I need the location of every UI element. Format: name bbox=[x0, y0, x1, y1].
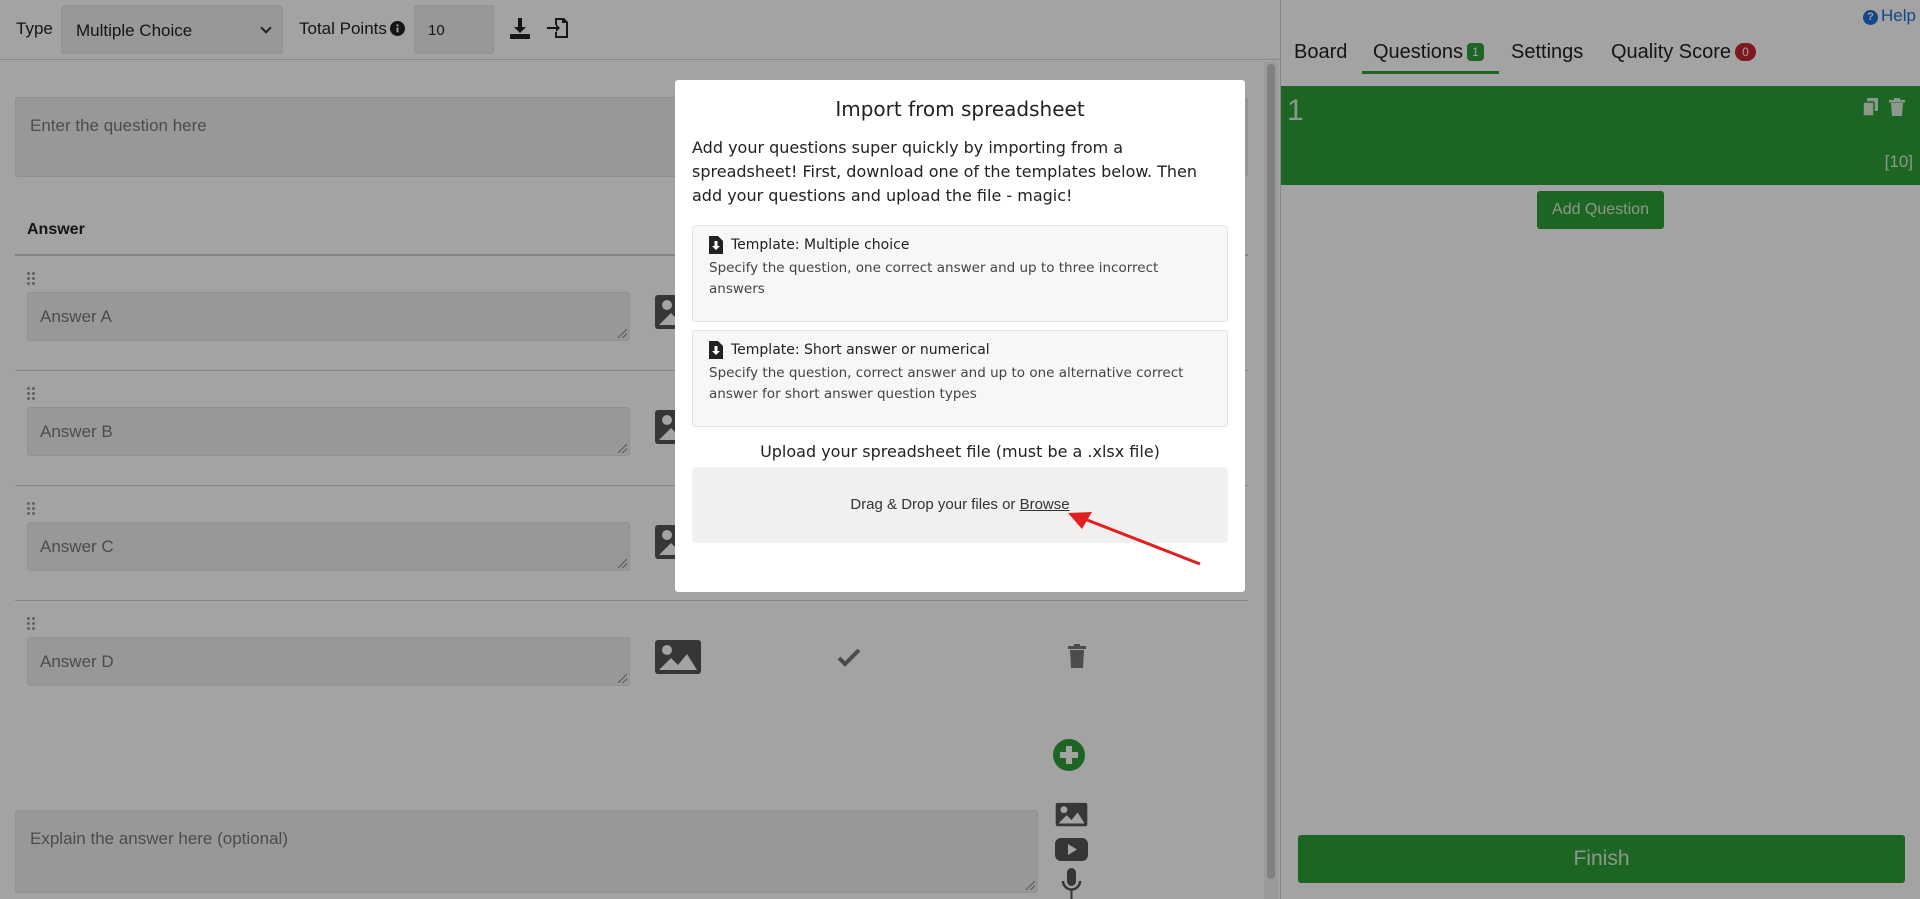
modal-intro-text: Add your questions super quickly by impo… bbox=[692, 138, 1198, 205]
annotation-arrow bbox=[1068, 512, 1201, 566]
upload-label: Upload your spreadsheet file (must be a … bbox=[760, 442, 1160, 461]
template-description: Specify the question, correct answer and… bbox=[709, 365, 1184, 402]
file-download-icon bbox=[709, 341, 723, 359]
template-title: Template: Short answer or numerical bbox=[731, 342, 990, 358]
template-multiple-choice[interactable]: Template: Multiple choice Specify the qu… bbox=[692, 225, 1228, 322]
template-title: Template: Multiple choice bbox=[731, 237, 910, 253]
template-description: Specify the question, one correct answer… bbox=[709, 260, 1159, 297]
file-download-icon bbox=[709, 236, 723, 254]
modal-title: Import from spreadsheet bbox=[835, 97, 1085, 121]
dropzone-text: Drag & Drop your files or bbox=[850, 496, 1020, 513]
template-short-answer[interactable]: Template: Short answer or numerical Spec… bbox=[692, 330, 1228, 427]
